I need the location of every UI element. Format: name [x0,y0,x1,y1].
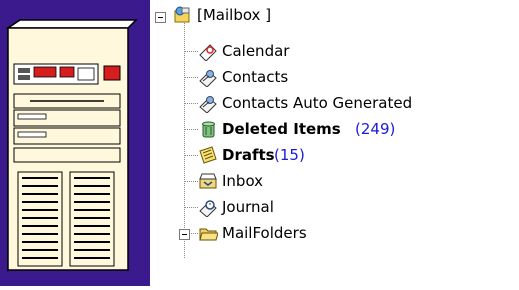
folder-label: Deleted Items [222,120,341,138]
folder-label: Calendar [222,42,290,60]
folder-mailfolders[interactable]: MailFolders [150,220,519,246]
tree-root-mailbox[interactable]: [Mailbox ] [150,2,519,28]
folder-contacts-auto-generated[interactable]: Contacts Auto Generated [150,90,519,116]
collapse-toggle-icon[interactable] [155,12,166,23]
mailbox-icon [172,5,192,25]
folder-contacts[interactable]: Contacts [150,64,519,90]
journal-icon [198,197,218,217]
folder-journal[interactable]: Journal [150,194,519,220]
folder-deleted-items[interactable]: Deleted Items (249) [150,116,519,142]
folder-label: Contacts [222,68,289,86]
folder-label: Journal [222,198,274,216]
collapse-toggle-icon[interactable] [179,229,190,240]
inbox-icon [198,171,218,191]
folder-tree: [Mailbox ] Calendar Contacts Contacts Au… [150,0,519,286]
tree-root-label: [Mailbox ] [197,6,272,24]
deleted-items-icon [198,119,218,139]
server-tower-icon [0,18,150,286]
folder-label: Drafts [222,146,275,164]
drafts-icon [198,145,218,165]
unread-count: (249) [355,120,396,138]
folder-calendar[interactable]: Calendar [150,38,519,64]
folder-label: Inbox [222,172,264,190]
unread-count: (15) [274,146,305,164]
folder-icon [198,223,218,243]
folder-label: MailFolders [222,224,307,242]
contacts-icon [198,93,218,113]
folder-drafts[interactable]: Drafts (15) [150,142,519,168]
folder-label: Contacts Auto Generated [222,94,413,112]
calendar-icon [198,41,218,61]
contacts-icon [198,67,218,87]
folder-inbox[interactable]: Inbox [150,168,519,194]
